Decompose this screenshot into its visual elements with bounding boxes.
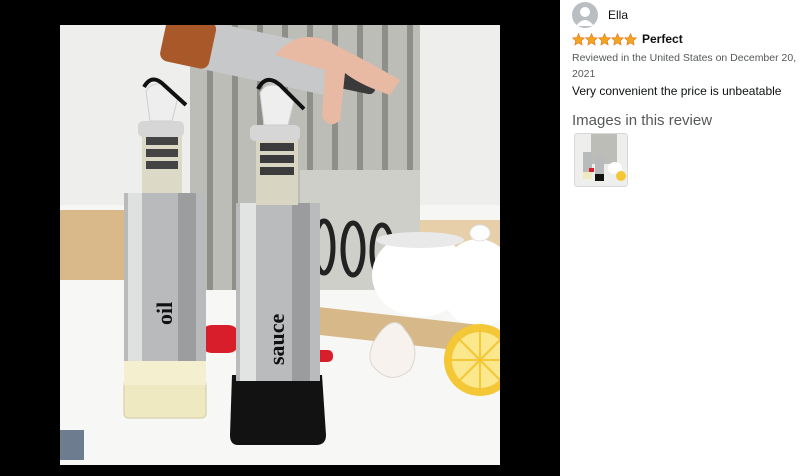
image-viewer: oil sauce bbox=[0, 0, 560, 476]
sauce-bottle-label: sauce bbox=[264, 313, 289, 365]
person-silhouette-icon bbox=[572, 2, 598, 28]
review-title[interactable]: Perfect bbox=[642, 32, 683, 46]
thumbnail-preview bbox=[575, 134, 627, 186]
rating-row: Perfect bbox=[572, 32, 683, 46]
review-photo-illustration: oil sauce bbox=[60, 25, 500, 465]
star-icon bbox=[624, 32, 637, 46]
review-image-thumbnail[interactable] bbox=[574, 133, 628, 187]
star-icon bbox=[598, 32, 611, 46]
star-icon bbox=[611, 32, 624, 46]
reviewer-name[interactable]: Ella bbox=[608, 8, 628, 22]
star-icon bbox=[572, 32, 585, 46]
reviewer-profile[interactable]: Ella bbox=[572, 2, 628, 28]
star-rating[interactable] bbox=[572, 32, 637, 46]
review-body: Very convenient the price is unbeatable bbox=[572, 84, 782, 98]
images-heading: Images in this review bbox=[572, 112, 713, 129]
oil-bottle-label: oil bbox=[152, 302, 177, 325]
star-icon bbox=[585, 32, 598, 46]
review-date: Reviewed in the United States on Decembe… bbox=[572, 52, 797, 80]
review-panel: Ella Perfect Reviewed in the United Stat… bbox=[572, 0, 800, 476]
review-photo: oil sauce bbox=[60, 25, 500, 465]
